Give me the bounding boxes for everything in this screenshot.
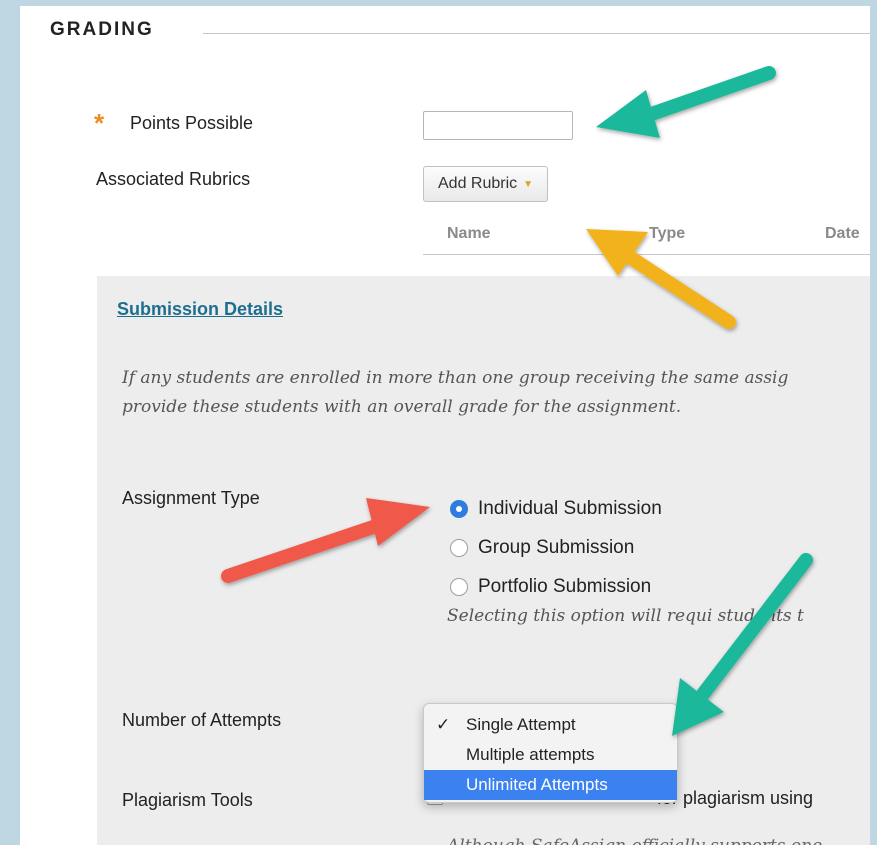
column-date: Date — [825, 225, 860, 242]
add-rubric-button[interactable]: Add Rubric ▼ — [423, 166, 549, 202]
rubric-table-header: Name Type Date — [423, 220, 870, 255]
plagiarism-tools-label: Plagiarism Tools — [122, 790, 253, 810]
heading-divider — [203, 33, 870, 34]
option-label: Unlimited Attempts — [466, 775, 608, 794]
radio-individual-submission[interactable]: Individual Submission — [450, 498, 662, 520]
submission-details-link[interactable]: Submission Details — [117, 299, 283, 320]
radio-label: Group Submission — [478, 537, 635, 558]
group-note-line1: If any students are enrolled in more tha… — [122, 368, 789, 388]
radio-unchecked-icon[interactable] — [450, 578, 468, 596]
attempts-option-multiple[interactable]: Multiple attempts — [424, 740, 677, 770]
radio-label: Individual Submission — [478, 498, 662, 519]
radio-checked-icon[interactable] — [450, 500, 468, 518]
checkmark-icon: ✓ — [436, 715, 451, 734]
attempts-option-single[interactable]: ✓ Single Attempt — [424, 710, 677, 740]
associated-rubrics-label: Associated Rubrics — [96, 169, 251, 189]
chevron-down-icon: ▼ — [523, 178, 534, 190]
required-icon: * — [94, 108, 105, 138]
column-type: Type — [649, 225, 686, 242]
group-note: If any students are enrolled in more tha… — [122, 364, 870, 422]
points-possible-input[interactable] — [423, 111, 573, 140]
option-label: Single Attempt — [466, 715, 576, 734]
radio-label: Portfolio Submission — [478, 576, 652, 597]
attempts-dropdown-menu[interactable]: ✓ Single Attempt Multiple attempts Unlim… — [423, 703, 678, 803]
column-name: Name — [447, 225, 491, 242]
attempts-option-unlimited[interactable]: Unlimited Attempts — [424, 770, 677, 800]
points-possible-label: Points Possible — [130, 113, 254, 133]
safeassign-note: Although SafeAssign officially supports … — [447, 836, 822, 845]
radio-group-submission[interactable]: Group Submission — [450, 537, 634, 559]
section-heading: GRADING — [50, 19, 154, 40]
group-note-line2: provide these students with an overall g… — [122, 397, 682, 417]
portfolio-note: Selecting this option will requi student… — [447, 606, 804, 626]
radio-unchecked-icon[interactable] — [450, 539, 468, 557]
option-label: Multiple attempts — [466, 745, 595, 764]
number-of-attempts-label: Number of Attempts — [122, 710, 282, 730]
add-rubric-label: Add Rubric — [438, 175, 518, 192]
radio-portfolio-submission[interactable]: Portfolio Submission — [450, 576, 651, 598]
assignment-type-label: Assignment Type — [122, 488, 260, 508]
plagiarism-checkbox-label: for plagiarism using — [657, 788, 814, 808]
grading-page: GRADING * Points Possible Associated Rub… — [20, 6, 870, 845]
